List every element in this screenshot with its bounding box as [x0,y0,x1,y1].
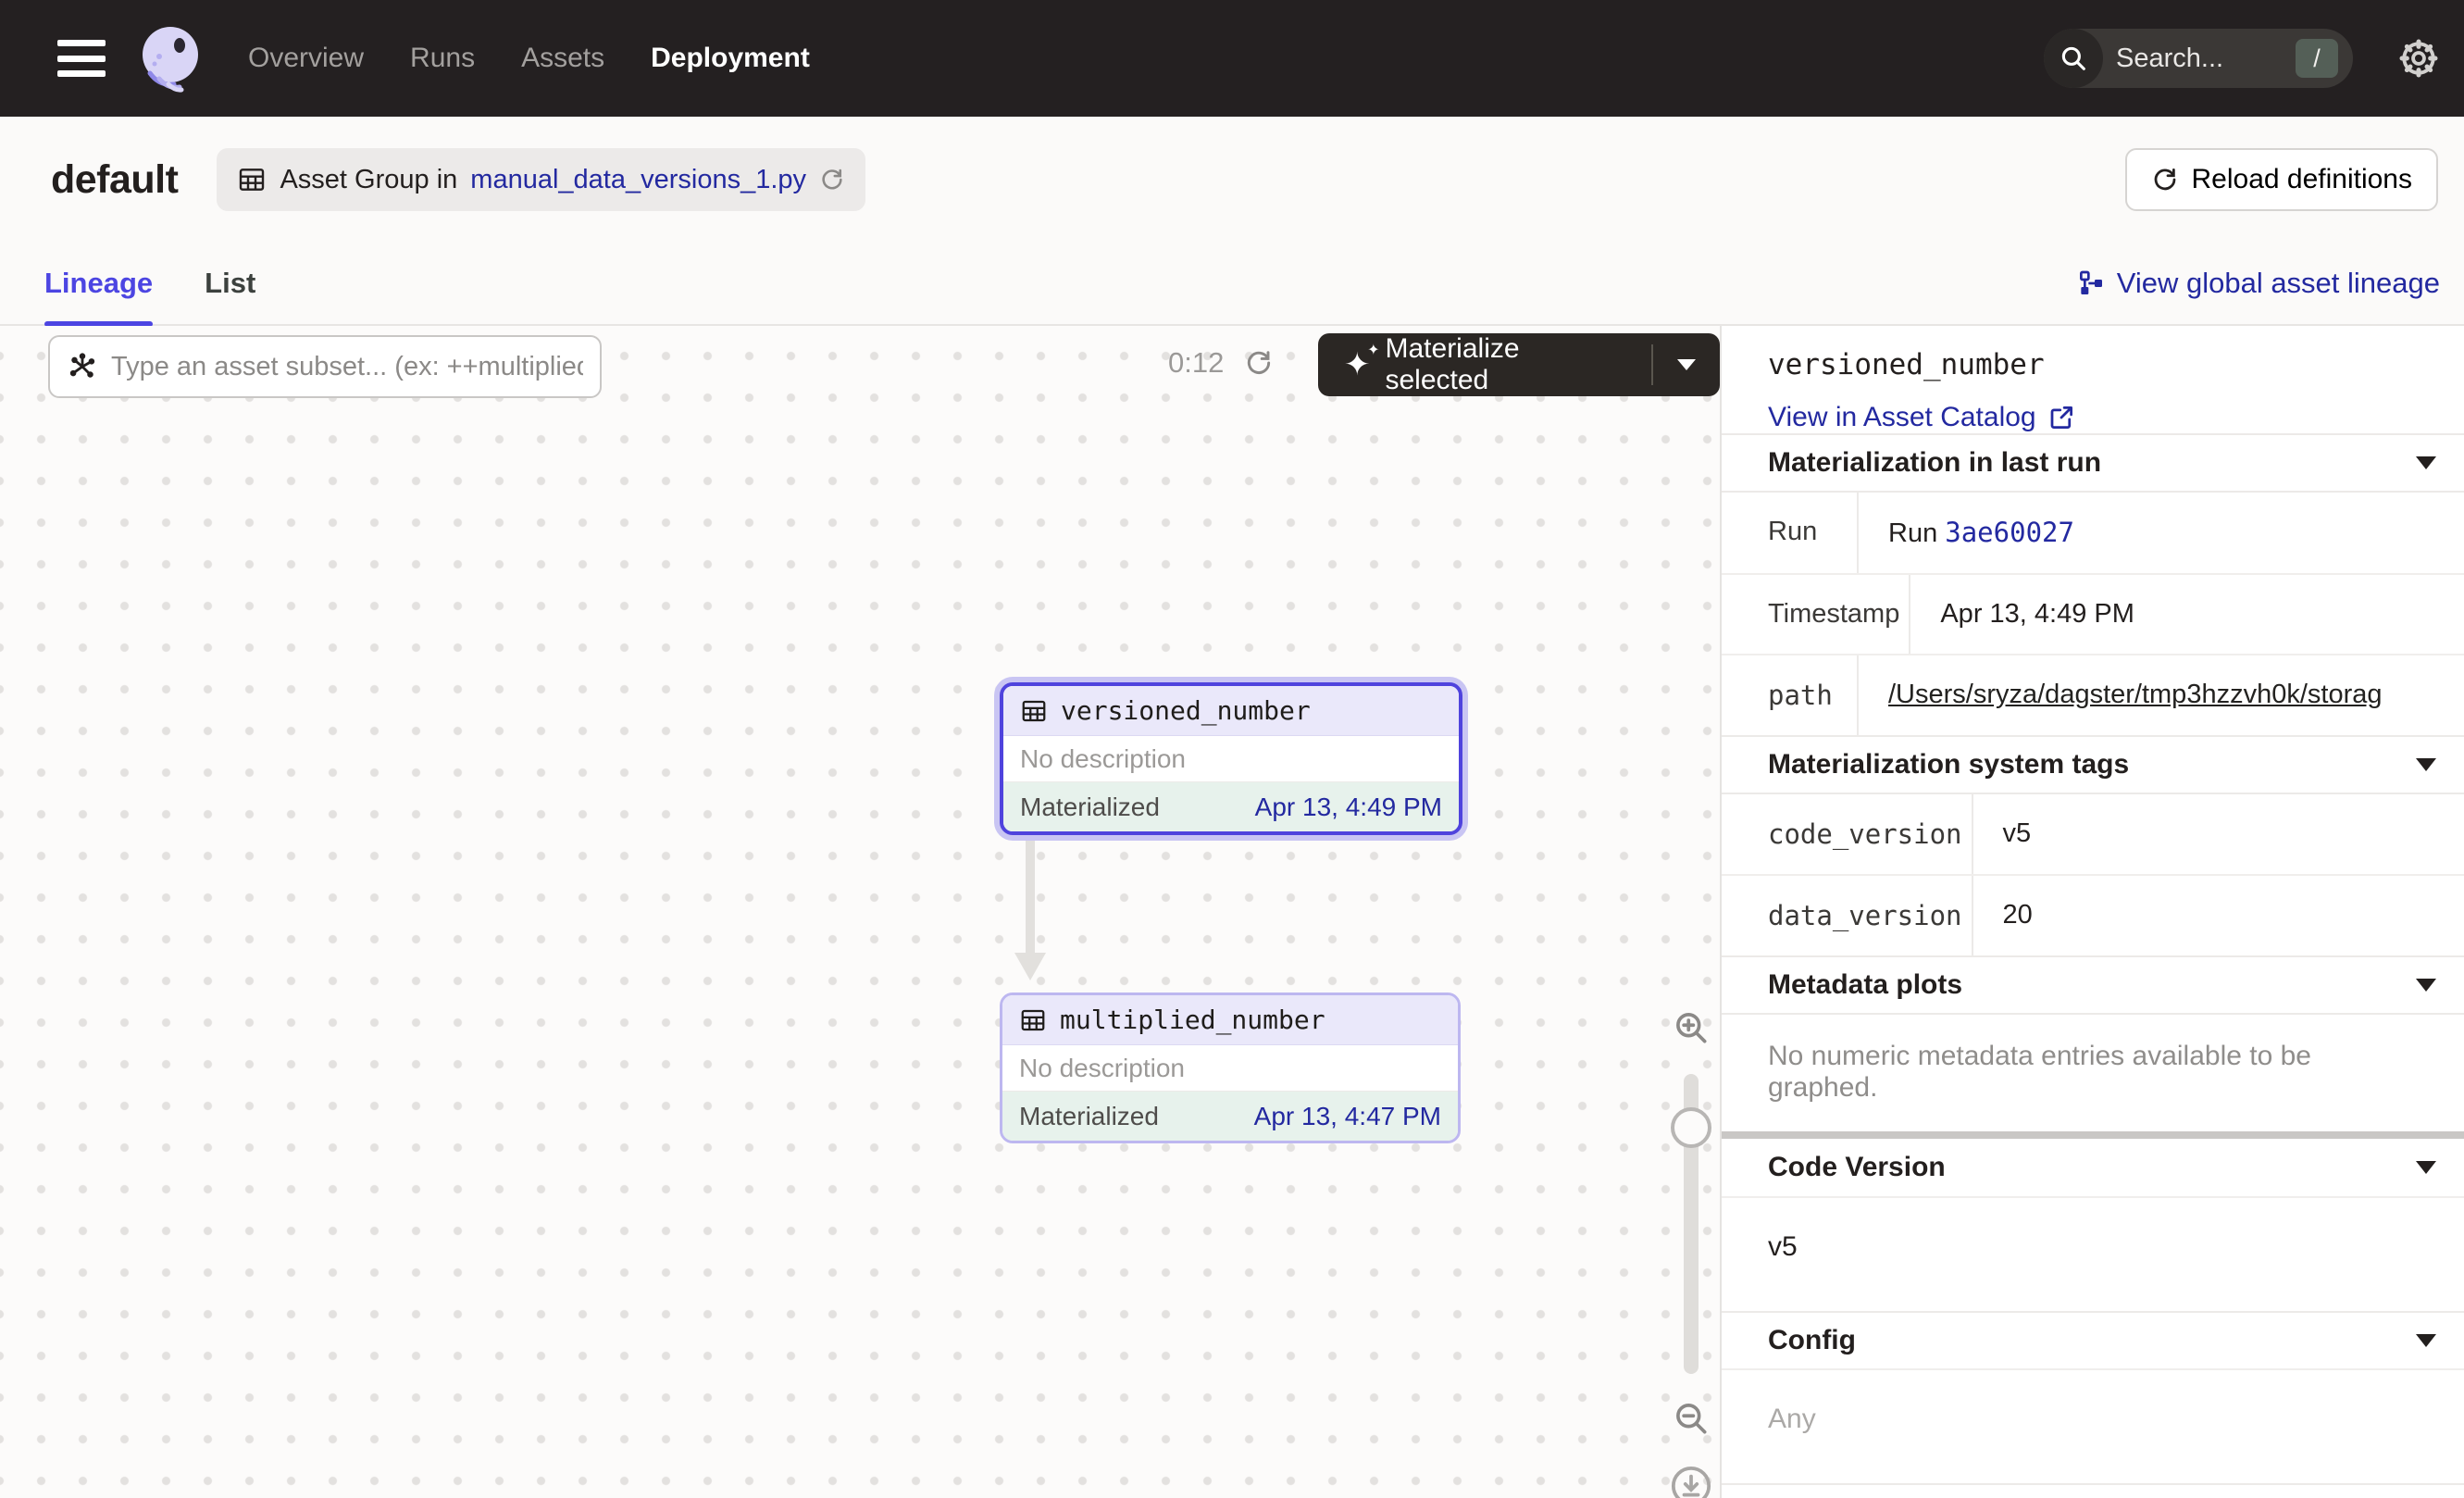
materialize-options-caret[interactable] [1653,359,1720,370]
view-tabs: Lineage List View global asset lineage [0,243,2464,326]
path-label: path [1722,655,1859,735]
asset-details-panel: versioned_number View in Asset Catalog M… [1720,326,2464,1498]
section-materialization-in-last-run[interactable]: Materialization in last run [1722,433,2464,491]
table-row: Run Run 3ae60027 [1722,493,2464,575]
reload-definitions-button[interactable]: Reload definitions [2125,148,2439,211]
path-value-link[interactable]: /Users/sryza/dagster/tmp3hzzvh0k/storag [1888,680,2382,709]
page-title: default [51,157,178,203]
menu-icon[interactable] [57,40,106,77]
zoom-in-icon[interactable] [1671,1007,1711,1048]
top-nav: Overview Runs Assets Deployment Search..… [0,0,2464,117]
run-id-link[interactable]: 3ae60027 [1945,517,2074,548]
asset-node-versioned-number[interactable]: versioned_number No description Material… [1000,682,1462,835]
table-icon [1020,697,1048,725]
tab-lineage[interactable]: Lineage [44,242,153,325]
table-row: path /Users/sryza/dagster/tmp3hzzvh0k/st… [1722,655,2464,735]
table-icon [1019,1006,1047,1034]
run-value: Run 3ae60027 [1859,493,2464,573]
reload-definitions-label: Reload definitions [2192,164,2413,195]
nav-item-deployment[interactable]: Deployment [651,43,810,74]
asset-node-name: versioned_number [1061,695,1311,726]
data-version-value: 20 [1973,876,2464,955]
asset-node-multiplied-number[interactable]: multiplied_number No description Materia… [1000,992,1461,1143]
table-row: code_version v5 [1722,794,2464,876]
slash-shortcut-badge: / [2296,39,2338,78]
materialize-selected-split-button: ✦✦ Materialize selected [1318,333,1720,396]
table-row: data_version 20 [1722,876,2464,955]
main-content: 0:12 ✦✦ Materialize selected [0,326,2464,1498]
op-selector-icon [67,351,98,382]
section-code-version[interactable]: Code Version [1722,1139,2464,1196]
refresh-icon[interactable] [819,167,845,193]
asset-node-status: Materialized [1020,793,1160,822]
asset-subset-input[interactable] [111,352,583,382]
section-config[interactable]: Config [1722,1311,2464,1368]
asset-node-description: No description [1002,1045,1458,1092]
table-row: Timestamp Apr 13, 4:49 PM [1722,575,2464,655]
table-icon [237,165,267,194]
materialize-selected-button[interactable]: ✦✦ Materialize selected [1318,333,1651,396]
caret-down-icon [2416,1161,2436,1174]
graph-zoom-controls [1662,1007,1720,1498]
zoom-out-icon[interactable] [1671,1398,1711,1439]
graph-refresh-icon[interactable] [1244,348,1274,378]
sparkle-icon: ✦✦ [1344,349,1371,381]
timestamp-value: Apr 13, 4:49 PM [1910,575,2464,654]
run-label: Run [1722,493,1859,573]
gear-icon[interactable] [2397,37,2440,80]
asset-group-label: Asset Group in [280,165,457,195]
search-placeholder: Search... [2116,44,2296,74]
data-version-label: data_version [1722,876,1973,955]
panel-divider [1722,1131,2464,1139]
lineage-edge [1014,838,1046,982]
tab-list[interactable]: List [205,242,255,325]
download-image-icon[interactable] [1668,1463,1714,1498]
asset-node-status: Materialized [1019,1102,1159,1131]
config-section-value: Any [1722,1368,2464,1483]
section-type[interactable]: Type [1722,1483,2464,1498]
section-materialization-system-tags[interactable]: Materialization system tags [1722,735,2464,793]
asset-group-badge: Asset Group in manual_data_versions_1.py [217,148,865,211]
page-header: default Asset Group in manual_data_versi… [0,117,2464,243]
lineage-graph-pane[interactable]: 0:12 ✦✦ Materialize selected [0,326,1720,1498]
metadata-plots-empty-message: No numeric metadata entries available to… [1722,1013,2464,1131]
system-tags-table: code_version v5 data_version 20 [1722,793,2464,955]
caret-down-icon [2416,758,2436,771]
external-link-icon [2047,404,2075,431]
search-icon [2044,29,2103,88]
panel-asset-name: versioned_number [1768,348,2464,381]
primary-nav: Overview Runs Assets Deployment [248,43,810,74]
zoom-slider[interactable] [1684,1074,1699,1374]
nav-item-overview[interactable]: Overview [248,43,364,74]
search-input[interactable]: Search... / [2044,29,2353,88]
nav-item-runs[interactable]: Runs [410,43,475,74]
dagster-logo[interactable] [131,21,205,95]
asset-node-timestamp-link[interactable]: Apr 13, 4:49 PM [1255,793,1442,822]
view-in-asset-catalog-link[interactable]: View in Asset Catalog [1768,402,2075,433]
timestamp-label: Timestamp [1722,575,1910,654]
code-version-label: code_version [1722,794,1973,874]
asset-subset-filter[interactable] [48,335,602,398]
section-metadata-plots[interactable]: Metadata plots [1722,955,2464,1013]
code-version-value: v5 [1973,794,2464,874]
code-version-section-value: v5 [1722,1196,2464,1311]
asset-node-timestamp-link[interactable]: Apr 13, 4:47 PM [1254,1102,1441,1131]
asset-node-name: multiplied_number [1060,1005,1325,1035]
dagster-app: Overview Runs Assets Deployment Search..… [0,0,2464,1498]
asset-node-description: No description [1003,736,1459,782]
asset-group-file-link[interactable]: manual_data_versions_1.py [470,165,806,195]
last-run-table: Run Run 3ae60027 Timestamp Apr 13, 4:49 … [1722,491,2464,735]
refresh-timer: 0:12 [1168,346,1224,380]
caret-down-icon [2416,979,2436,992]
caret-down-icon [2416,1334,2436,1347]
view-global-asset-lineage-link[interactable]: View global asset lineage [2076,267,2440,300]
nav-item-assets[interactable]: Assets [521,43,604,74]
zoom-slider-thumb[interactable] [1671,1107,1711,1148]
lineage-graph-icon [2076,268,2106,298]
caret-down-icon [2416,456,2436,469]
